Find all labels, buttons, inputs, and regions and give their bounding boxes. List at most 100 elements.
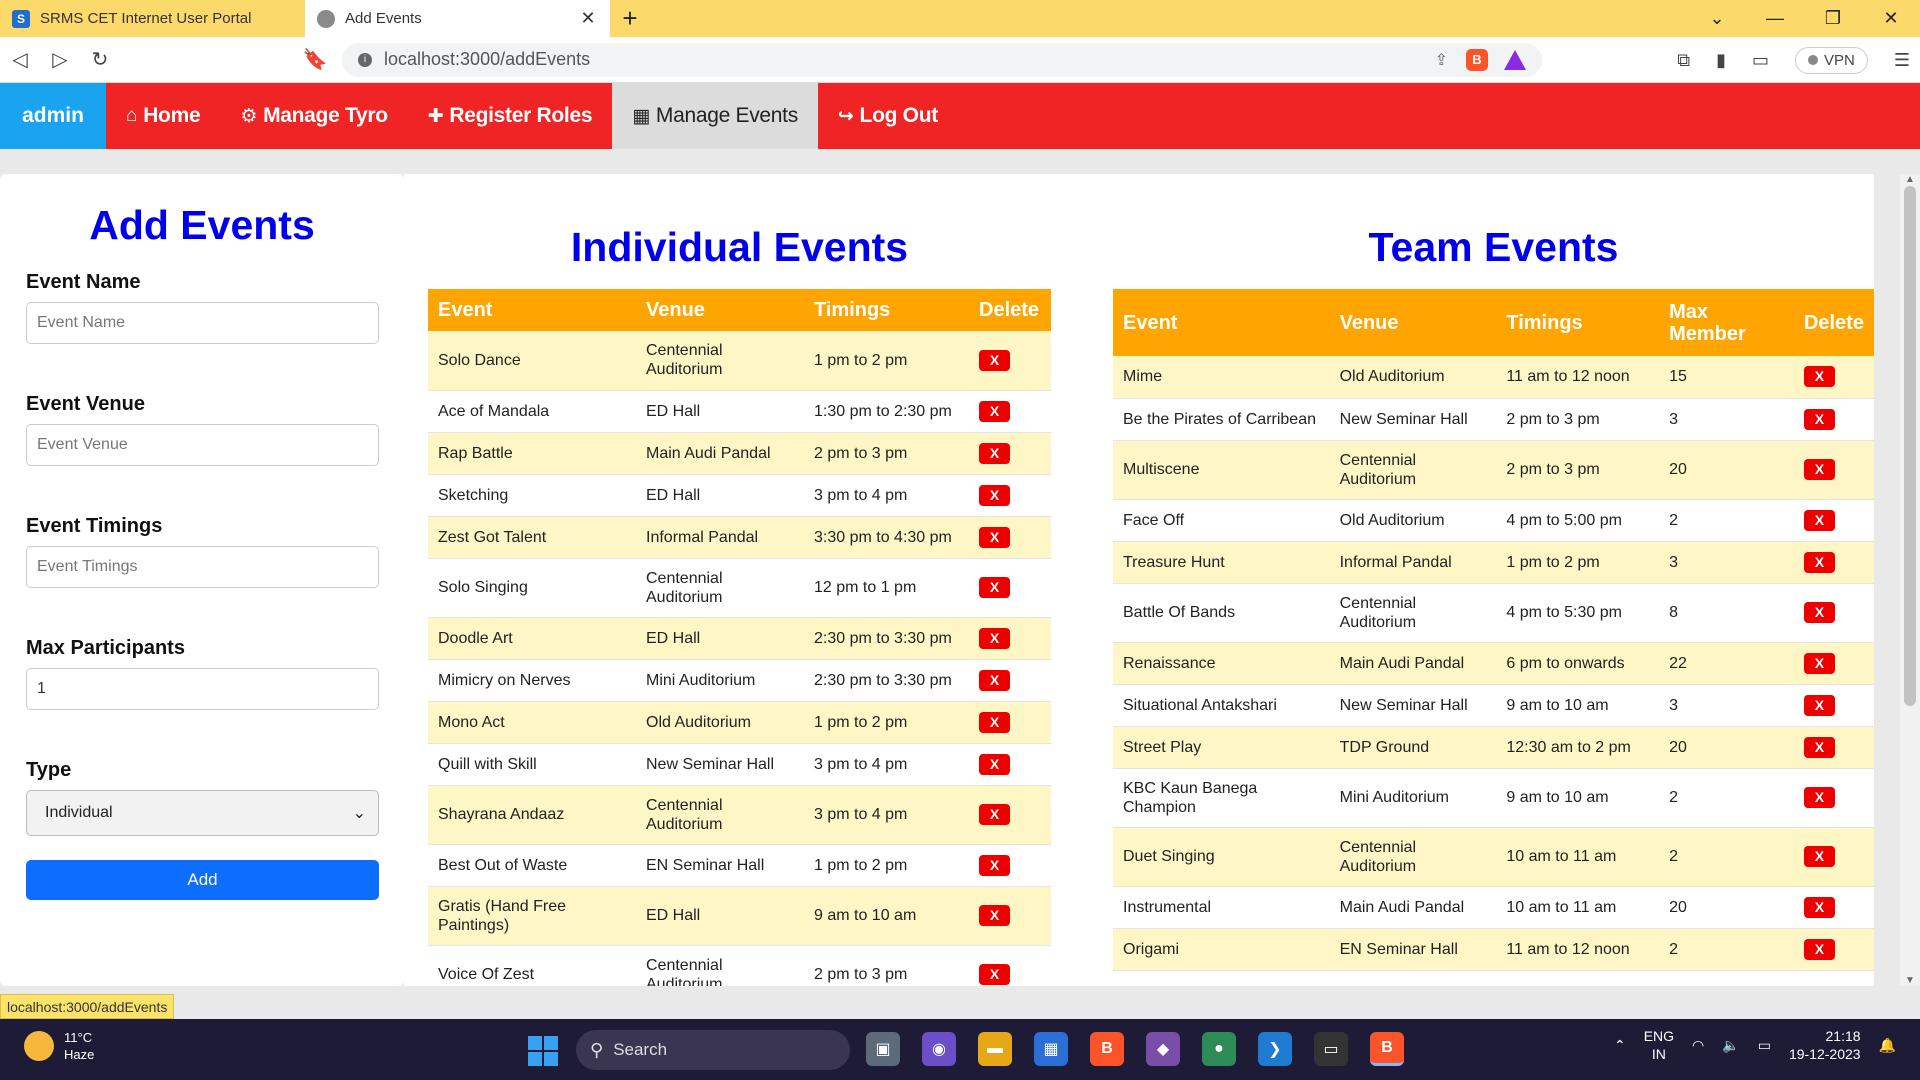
share-icon[interactable]: ⇪: [1435, 50, 1448, 70]
brave-shields-icon[interactable]: B: [1466, 48, 1488, 71]
table-cell: 3: [1659, 684, 1794, 727]
nav-log-out[interactable]: ↪ Log Out: [818, 83, 958, 149]
delete-button[interactable]: X: [1803, 736, 1835, 758]
language-indicator[interactable]: ENG IN: [1644, 1027, 1674, 1063]
nav-label: Home: [143, 104, 201, 127]
event-name-input[interactable]: [26, 302, 379, 344]
navbar-brand[interactable]: admin: [0, 83, 106, 149]
delete-button[interactable]: X: [1803, 509, 1835, 531]
delete-button[interactable]: X: [979, 484, 1010, 506]
page-scrollbar[interactable]: ▲ ▼: [1900, 174, 1920, 986]
delete-button[interactable]: X: [1803, 938, 1835, 960]
site-info-icon[interactable]: i: [358, 52, 372, 67]
reload-icon[interactable]: ↻: [80, 47, 120, 72]
add-event-button[interactable]: Add: [26, 860, 379, 900]
delete-button[interactable]: X: [979, 627, 1010, 649]
delete-button[interactable]: X: [979, 854, 1010, 876]
taskbar-search[interactable]: ⚲ Search: [576, 1030, 850, 1070]
browser-tab-srms[interactable]: S SRMS CET Internet User Portal: [0, 0, 305, 37]
delete-button[interactable]: X: [1803, 896, 1835, 918]
delete-button[interactable]: X: [979, 400, 1010, 422]
notifications-icon[interactable]: 🔔: [1879, 1037, 1896, 1054]
battery-icon[interactable]: ▭: [1758, 1037, 1771, 1054]
back-icon[interactable]: ◁: [0, 47, 40, 72]
terminal-icon[interactable]: ▭: [1314, 1032, 1348, 1066]
chevron-up-icon[interactable]: ⌃: [1614, 1037, 1626, 1054]
wifi-icon[interactable]: ◠: [1692, 1037, 1704, 1054]
delete-button[interactable]: X: [979, 964, 1010, 985]
event-timings-input[interactable]: [26, 546, 379, 588]
event-venue-input[interactable]: [26, 424, 379, 466]
table-cell: 3:30 pm to 4:30 pm: [804, 516, 969, 559]
maximize-icon[interactable]: ❐: [1804, 8, 1862, 29]
page-viewport: admin ⌂ Home ⚙ Manage Tyro ✚ Register Roles…: [0, 83, 1920, 1019]
delete-button[interactable]: X: [1803, 551, 1835, 573]
scrollbar-thumb[interactable]: [1904, 186, 1916, 706]
delete-button[interactable]: X: [979, 905, 1010, 926]
delete-button[interactable]: X: [1803, 366, 1835, 388]
search-icon: ⚲: [590, 1039, 604, 1060]
max-participants-input[interactable]: [26, 668, 379, 710]
nav-register-roles[interactable]: ✚ Register Roles: [408, 83, 612, 149]
task-view-icon[interactable]: ▣: [866, 1032, 900, 1066]
delete-button[interactable]: X: [1803, 846, 1835, 867]
table-cell: 2 pm to 3 pm: [1496, 440, 1660, 500]
weather-widget[interactable]: 11°C Haze: [24, 1029, 94, 1063]
minimize-icon[interactable]: —: [1746, 8, 1804, 29]
table-cell: 1 pm to 2 pm: [804, 331, 969, 391]
tab-search-chevron-icon[interactable]: ⌄: [1688, 8, 1746, 29]
bookmark-icon[interactable]: 🔖: [300, 47, 330, 72]
table-row: Instrumental Main Audi Pandal 10 am to 11 …: [1113, 886, 1874, 929]
delete-button[interactable]: X: [979, 577, 1010, 598]
extensions-icon[interactable]: ⧉: [1677, 50, 1690, 71]
delete-button[interactable]: X: [979, 442, 1010, 464]
delete-button[interactable]: X: [1803, 694, 1835, 716]
delete-button[interactable]: X: [979, 526, 1010, 548]
menu-icon[interactable]: ☰: [1894, 50, 1910, 71]
delete-button[interactable]: X: [979, 711, 1010, 733]
table-row: Be the Pirates of Carribean New Seminar H…: [1113, 398, 1874, 441]
forward-icon[interactable]: ▷: [40, 47, 80, 72]
delete-button[interactable]: X: [1803, 459, 1835, 480]
table-cell: Voice Of Zest: [428, 945, 636, 986]
new-tab-button[interactable]: +: [610, 0, 650, 37]
clock[interactable]: 21:18 19-12-2023: [1789, 1027, 1861, 1063]
brave-active-icon[interactable]: B: [1370, 1032, 1404, 1066]
delete-button[interactable]: X: [1803, 602, 1835, 623]
wallet-icon[interactable]: ▭: [1752, 50, 1769, 71]
brave-browser-icon[interactable]: B: [1090, 1032, 1124, 1066]
nav-manage-events[interactable]: ▦ Manage Events: [612, 83, 818, 149]
teams-chat-icon[interactable]: ◉: [922, 1032, 956, 1066]
mongodb-icon[interactable]: ●: [1202, 1032, 1236, 1066]
scroll-down-icon[interactable]: ▼: [1900, 975, 1920, 986]
delete-button[interactable]: X: [979, 349, 1010, 371]
url-field[interactable]: i localhost:3000/addEvents ⇪ B: [342, 42, 1542, 77]
weather-condition: Haze: [64, 1047, 95, 1062]
delete-button[interactable]: X: [1803, 408, 1835, 430]
browser-tab-add-events[interactable]: Add Events ✕: [305, 0, 610, 37]
delete-button[interactable]: X: [979, 753, 1010, 775]
nav-home[interactable]: ⌂ Home: [106, 83, 220, 149]
file-explorer-icon[interactable]: ▬: [978, 1032, 1012, 1066]
volume-icon[interactable]: 🔈: [1722, 1037, 1739, 1054]
scroll-up-icon[interactable]: ▲: [1900, 174, 1920, 185]
close-tab-icon[interactable]: ✕: [578, 8, 598, 29]
table-cell: Rap Battle: [428, 432, 636, 475]
type-select[interactable]: Individual ⌄: [26, 790, 379, 836]
table-cell: 2: [1659, 827, 1794, 887]
brave-rewards-icon[interactable]: [1504, 49, 1526, 70]
delete-button[interactable]: X: [979, 804, 1010, 825]
table-cell: 1 pm to 2 pm: [1496, 541, 1660, 584]
close-window-icon[interactable]: ✕: [1862, 8, 1920, 29]
nav-manage-tyro[interactable]: ⚙ Manage Tyro: [220, 83, 407, 149]
microsoft-store-icon[interactable]: ▦: [1034, 1032, 1068, 1066]
vscode-icon[interactable]: ❯: [1258, 1032, 1292, 1066]
delete-button[interactable]: X: [1803, 652, 1835, 674]
sidebar-icon[interactable]: ▮: [1716, 50, 1726, 71]
delete-button[interactable]: X: [979, 669, 1010, 691]
delete-button[interactable]: X: [1803, 787, 1835, 808]
vpn-button[interactable]: VPN: [1795, 46, 1868, 74]
git-icon[interactable]: ◆: [1146, 1032, 1180, 1066]
start-button[interactable]: [528, 1036, 558, 1066]
team-events-title: Team Events: [1368, 224, 1619, 270]
